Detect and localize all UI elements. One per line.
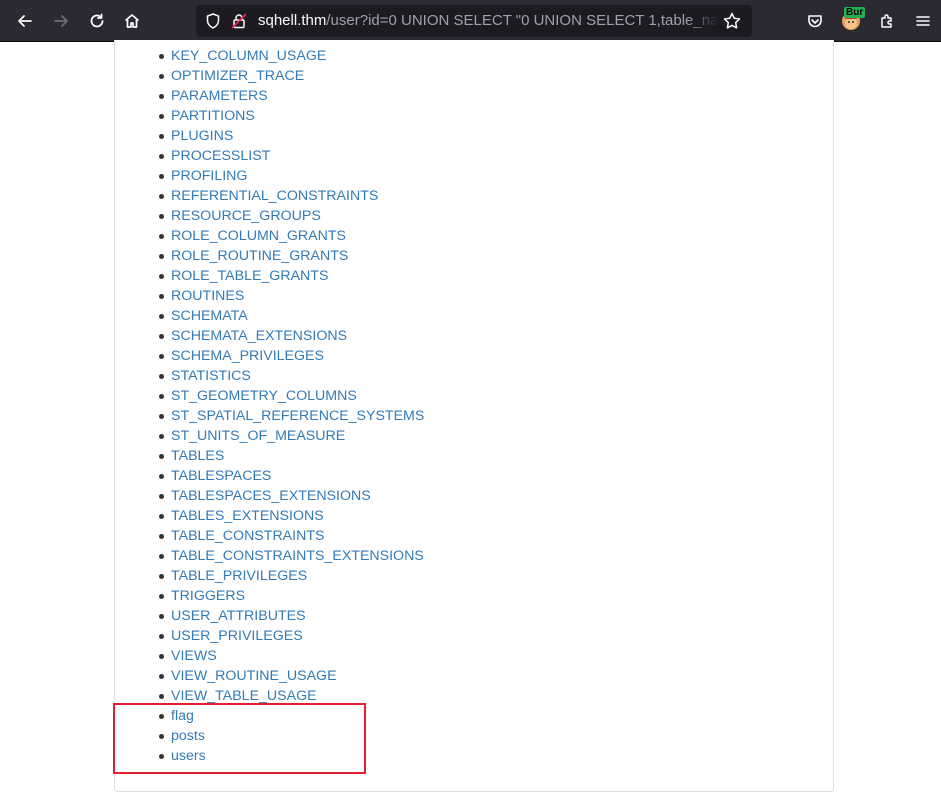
table-link[interactable]: ST_SPATIAL_REFERENCE_SYSTEMS <box>171 408 424 424</box>
arrow-left-icon <box>18 15 32 27</box>
table-link[interactable]: USER_PRIVILEGES <box>171 628 303 644</box>
reload-icon <box>90 13 104 28</box>
pocket-icon <box>808 15 822 28</box>
url-fade <box>686 5 718 37</box>
content-card: KEY_COLUMN_USAGE OPTIMIZER_TRACE PARAMETER… <box>114 40 834 792</box>
home-icon <box>124 14 140 28</box>
list-item: ROUTINES <box>157 286 424 306</box>
table-link[interactable]: ST_UNITS_OF_MEASURE <box>171 428 345 444</box>
list-item: TABLES_EXTENSIONS <box>157 506 424 526</box>
table-link[interactable]: KEY_COLUMN_USAGE <box>171 48 326 64</box>
table-link[interactable]: STATISTICS <box>171 368 251 384</box>
list-item: VIEW_ROUTINE_USAGE <box>157 666 424 686</box>
table-link[interactable]: PROCESSLIST <box>171 148 270 164</box>
lock-insecure-icon[interactable] <box>230 12 248 30</box>
menu-button[interactable] <box>908 6 938 36</box>
list-item: TABLES <box>157 446 424 466</box>
hamburger-menu-icon <box>916 16 930 26</box>
table-link[interactable]: TABLE_CONSTRAINTS <box>171 528 324 544</box>
forward-button[interactable] <box>46 6 76 36</box>
table-link[interactable]: REFERENTIAL_CONSTRAINTS <box>171 188 378 204</box>
list-item: ROLE_TABLE_GRANTS <box>157 266 424 286</box>
list-item: USER_PRIVILEGES <box>157 626 424 646</box>
list-item: USER_ATTRIBUTES <box>157 606 424 626</box>
list-item: TABLE_PRIVILEGES <box>157 566 424 586</box>
table-link[interactable]: TABLE_CONSTRAINTS_EXTENSIONS <box>171 548 424 564</box>
address-bar[interactable]: sqhell.thm/user?id=0 UNION SELECT "0 UNI… <box>196 5 752 37</box>
table-link[interactable]: RESOURCE_GROUPS <box>171 208 321 224</box>
table-link[interactable]: SCHEMATA_EXTENSIONS <box>171 328 347 344</box>
list-item: SCHEMA_PRIVILEGES <box>157 346 424 366</box>
url-path: /user?id=0 UNION SELECT "0 UNION SELECT … <box>326 12 718 29</box>
table-link[interactable]: PROFILING <box>171 168 247 184</box>
table-link[interactable]: PARAMETERS <box>171 88 268 104</box>
table-link[interactable]: SCHEMATA <box>171 308 248 324</box>
table-link[interactable]: OPTIMIZER_TRACE <box>171 68 304 84</box>
url-host: sqhell.thm <box>258 12 327 29</box>
list-item: TABLESPACES_EXTENSIONS <box>157 486 424 506</box>
list-item: TABLE_CONSTRAINTS <box>157 526 424 546</box>
list-item: TABLE_CONSTRAINTS_EXTENSIONS <box>157 546 424 566</box>
list-item: SCHEMATA_EXTENSIONS <box>157 326 424 346</box>
table-link[interactable]: TRIGGERS <box>171 588 245 604</box>
table-link[interactable]: ROUTINES <box>171 288 244 304</box>
table-link[interactable]: PLUGINS <box>171 128 233 144</box>
table-link[interactable]: TABLESPACES_EXTENSIONS <box>171 488 371 504</box>
pocket-button[interactable] <box>800 6 830 36</box>
list-item: ROLE_COLUMN_GRANTS <box>157 226 424 246</box>
list-item: ST_SPATIAL_REFERENCE_SYSTEMS <box>157 406 424 426</box>
table-link[interactable]: TABLES <box>171 448 224 464</box>
red-highlight-box <box>113 703 366 774</box>
extensions-button[interactable] <box>872 6 902 36</box>
list-item: REFERENTIAL_CONSTRAINTS <box>157 186 424 206</box>
list-item: ST_UNITS_OF_MEASURE <box>157 426 424 446</box>
table-link[interactable]: ROLE_ROUTINE_GRANTS <box>171 248 348 264</box>
back-button[interactable] <box>10 6 40 36</box>
list-item: PARTITIONS <box>157 106 424 126</box>
table-link[interactable]: ST_GEOMETRY_COLUMNS <box>171 388 357 404</box>
list-item: TRIGGERS <box>157 586 424 606</box>
list-item: PARAMETERS <box>157 86 424 106</box>
table-link[interactable]: TABLES_EXTENSIONS <box>171 508 324 524</box>
list-item: SCHEMATA <box>157 306 424 326</box>
shield-icon[interactable] <box>204 12 222 30</box>
table-link[interactable]: ROLE_TABLE_GRANTS <box>171 268 328 284</box>
table-link[interactable]: VIEW_ROUTINE_USAGE <box>171 668 337 684</box>
list-item: KEY_COLUMN_USAGE <box>157 46 424 66</box>
table-link[interactable]: VIEW_TABLE_USAGE <box>171 688 317 704</box>
list-item: ST_GEOMETRY_COLUMNS <box>157 386 424 406</box>
list-item: TABLESPACES <box>157 466 424 486</box>
table-link[interactable]: USER_ATTRIBUTES <box>171 608 306 624</box>
bookmark-star-icon[interactable] <box>722 11 742 31</box>
reload-button[interactable] <box>82 6 112 36</box>
table-name-list: KEY_COLUMN_USAGE OPTIMIZER_TRACE PARAMETER… <box>157 46 424 766</box>
list-item: OPTIMIZER_TRACE <box>157 66 424 86</box>
list-item: PROFILING <box>157 166 424 186</box>
table-link[interactable]: TABLESPACES <box>171 468 271 484</box>
table-link[interactable]: PARTITIONS <box>171 108 255 124</box>
burp-badge: Bur <box>844 7 866 18</box>
table-link[interactable]: VIEWS <box>171 648 217 664</box>
page-content: KEY_COLUMN_USAGE OPTIMIZER_TRACE PARAMETER… <box>0 40 941 809</box>
list-item: PLUGINS <box>157 126 424 146</box>
table-link[interactable]: TABLE_PRIVILEGES <box>171 568 307 584</box>
table-link[interactable]: SCHEMA_PRIVILEGES <box>171 348 324 364</box>
list-item: VIEWS <box>157 646 424 666</box>
arrow-right-icon <box>54 15 68 27</box>
list-item: RESOURCE_GROUPS <box>157 206 424 226</box>
browser-toolbar: sqhell.thm/user?id=0 UNION SELECT "0 UNI… <box>0 0 941 42</box>
table-link[interactable]: ROLE_COLUMN_GRANTS <box>171 228 346 244</box>
home-button[interactable] <box>117 6 147 36</box>
list-item: STATISTICS <box>157 366 424 386</box>
puzzle-icon <box>881 14 892 28</box>
url-text[interactable]: sqhell.thm/user?id=0 UNION SELECT "0 UNI… <box>258 5 718 37</box>
list-item: ROLE_ROUTINE_GRANTS <box>157 246 424 266</box>
list-item: PROCESSLIST <box>157 146 424 166</box>
